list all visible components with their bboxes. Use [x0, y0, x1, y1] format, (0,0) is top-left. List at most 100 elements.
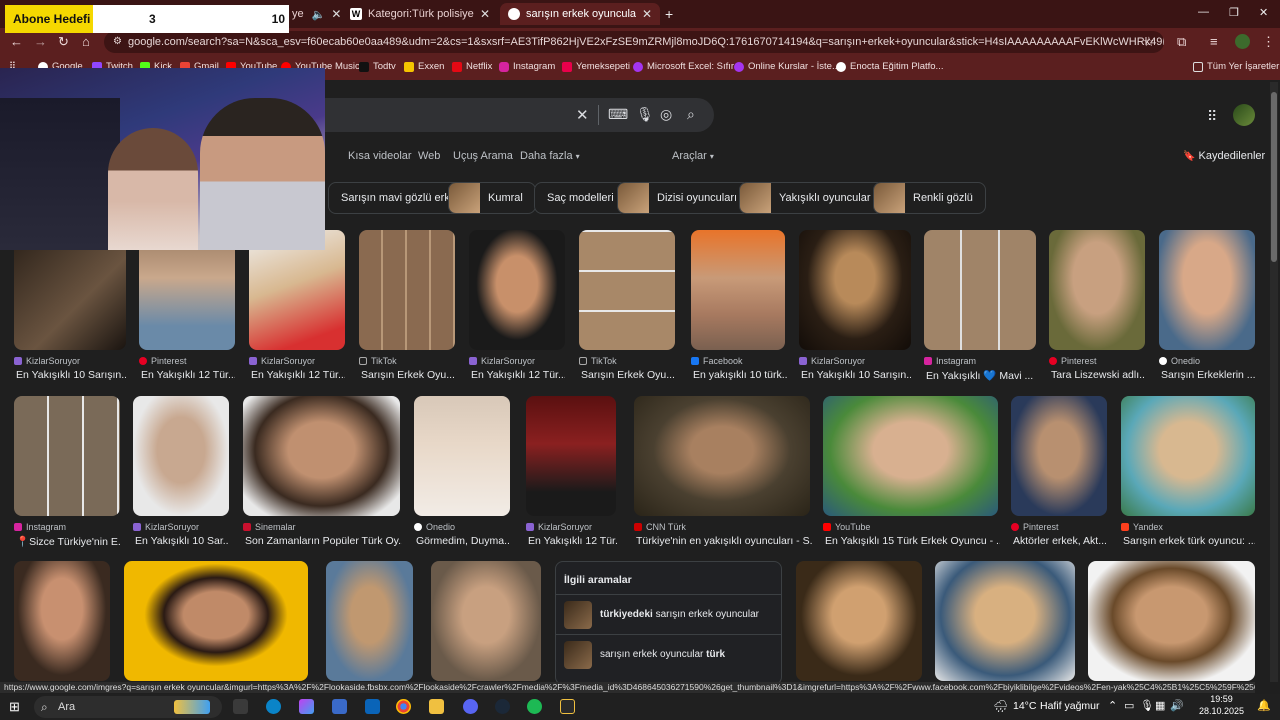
- result-title[interactable]: En Yakışıklı 10 Sarışın...: [16, 369, 126, 381]
- chip-handsome-actors[interactable]: Yakışıklı oyuncular: [739, 182, 884, 214]
- result-title[interactable]: En Yakışıklı 12 Tür...: [528, 535, 618, 547]
- edge-icon[interactable]: [266, 699, 281, 714]
- result-image[interactable]: [823, 396, 998, 516]
- bookmark-star-icon[interactable]: ☆: [1143, 34, 1155, 50]
- address-bar[interactable]: ⚙ google.com/search?sa=N&sca_esv=f60ecab…: [104, 31, 1164, 53]
- result-image[interactable]: [691, 230, 785, 350]
- result-image[interactable]: [634, 396, 810, 516]
- account-avatar[interactable]: [1233, 104, 1255, 126]
- bookmark-excel-course[interactable]: Microsoft Excel: Sıfır...: [633, 61, 742, 72]
- clock-date[interactable]: 28.10.2025: [1199, 706, 1244, 716]
- bookmark-enocta[interactable]: Enocta Eğitim Platfo...: [836, 61, 943, 72]
- result-title[interactable]: Sarışın Erkek Oyu...: [581, 369, 675, 381]
- tray-icon[interactable]: ▭: [1124, 699, 1134, 712]
- copilot-icon[interactable]: [299, 699, 314, 714]
- result-image[interactable]: [796, 561, 922, 681]
- result-title[interactable]: En Yakışıklı 10 Sarışın...: [801, 369, 911, 381]
- result-title[interactable]: En Yakışıklı 12 Tür...: [251, 369, 345, 381]
- bookmark-instagram[interactable]: Instagram: [499, 61, 555, 72]
- close-icon[interactable]: ✕: [474, 7, 490, 21]
- result-image[interactable]: [1159, 230, 1255, 350]
- result-image[interactable]: [924, 230, 1036, 350]
- tab-3-active[interactable]: sarışın erkek oyuncular - Googl ✕: [500, 3, 660, 25]
- home-icon[interactable]: ⌂: [82, 34, 90, 49]
- menu-icon[interactable]: ⋮: [1262, 34, 1275, 50]
- site-info-icon[interactable]: ⚙: [113, 31, 122, 53]
- result-title[interactable]: En Yakışıklı 10 Sar...: [135, 535, 229, 547]
- weather-desc[interactable]: Hafif yağmur: [1040, 700, 1100, 712]
- reload-icon[interactable]: ↻: [58, 34, 69, 50]
- result-image[interactable]: [1121, 396, 1255, 516]
- new-tab-icon[interactable]: +: [665, 6, 673, 22]
- result-image[interactable]: [243, 396, 400, 516]
- file-explorer-icon[interactable]: [429, 699, 444, 714]
- result-image[interactable]: [526, 396, 616, 516]
- steam-icon[interactable]: [495, 699, 510, 714]
- chip-kumral[interactable]: Kumral: [448, 182, 536, 214]
- tab-1[interactable]: ye 🔈 ✕: [284, 3, 340, 25]
- result-image[interactable]: [1049, 230, 1145, 350]
- microphone-tray-icon[interactable]: 🎙: [1140, 699, 1154, 712]
- mute-icon[interactable]: 🔈: [312, 8, 326, 21]
- related-search-item[interactable]: türkiyedeki sarışın erkek oyuncular: [556, 594, 781, 634]
- saved-button[interactable]: 🔖 Kaydedilenler: [1183, 150, 1265, 162]
- result-title[interactable]: 📍Sizce Türkiye'nin E...: [16, 535, 120, 548]
- app-icon[interactable]: [560, 699, 575, 714]
- profile-avatar[interactable]: [1235, 34, 1250, 49]
- bookmark-exxen[interactable]: Exxen: [404, 61, 444, 72]
- tab-more[interactable]: Daha fazla ▾: [520, 150, 580, 162]
- result-title[interactable]: Sarışın erkek türk oyuncu: ...: [1123, 535, 1255, 547]
- media-icon[interactable]: ≡: [1210, 34, 1218, 49]
- result-image[interactable]: [1088, 561, 1255, 681]
- back-icon[interactable]: ←: [10, 34, 23, 49]
- weather-icon[interactable]: 🌧: [993, 699, 1008, 713]
- task-view-icon[interactable]: [233, 699, 248, 714]
- restore-icon[interactable]: ❐: [1229, 6, 1239, 19]
- result-image[interactable]: [14, 561, 110, 681]
- discord-icon[interactable]: [463, 699, 478, 714]
- result-image[interactable]: [326, 561, 413, 681]
- network-icon[interactable]: ▦: [1155, 699, 1165, 712]
- result-title[interactable]: Son Zamanların Popüler Türk Oy...: [245, 535, 402, 547]
- result-title[interactable]: En Yakışıklı 15 Türk Erkek Oyuncu - ...: [825, 535, 1000, 547]
- minimize-icon[interactable]: —: [1198, 6, 1209, 18]
- tools-button[interactable]: Araçlar ▾: [672, 150, 714, 162]
- close-window-icon[interactable]: ✕: [1259, 6, 1268, 19]
- google-apps-icon[interactable]: ⠿: [1207, 108, 1217, 125]
- result-title[interactable]: Sarışın Erkeklerin ...: [1161, 369, 1255, 381]
- result-title[interactable]: Tara Liszewski adlı...: [1051, 369, 1145, 381]
- result-title[interactable]: Görmedim, Duyma...: [416, 535, 510, 547]
- result-image[interactable]: [431, 561, 541, 681]
- weather-temp[interactable]: 14°C: [1013, 700, 1036, 712]
- chip-colored-eyes[interactable]: Renkli gözlü: [873, 182, 986, 214]
- result-image[interactable]: [14, 396, 120, 516]
- tray-expand-icon[interactable]: ⌃: [1108, 699, 1117, 712]
- notification-icon[interactable]: 🔔: [1257, 699, 1271, 712]
- related-search-item[interactable]: sarışın erkek oyuncular türk: [556, 634, 781, 674]
- close-icon[interactable]: ✕: [325, 7, 340, 21]
- scrollbar[interactable]: [1270, 82, 1278, 682]
- spotify-icon[interactable]: [527, 699, 542, 714]
- tab-short-videos[interactable]: Kısa videolar: [348, 150, 412, 162]
- bookmark-todtv[interactable]: Todtv: [359, 61, 396, 72]
- bookmark-online-kurslar[interactable]: Online Kurslar - İste...: [734, 61, 840, 72]
- result-image[interactable]: [124, 561, 308, 681]
- chip-hairstyles[interactable]: Saç modelleri: [534, 182, 627, 214]
- chrome-icon[interactable]: [396, 699, 411, 714]
- bookmark-netflix[interactable]: Netflix: [452, 61, 492, 72]
- volume-icon[interactable]: 🔊: [1170, 699, 1184, 712]
- result-image[interactable]: [799, 230, 911, 350]
- result-title[interactable]: Aktörler erkek, Akt...: [1013, 535, 1107, 547]
- bookmark-yemeksepeti[interactable]: Yemeksepeti: [562, 61, 630, 72]
- result-image[interactable]: [133, 396, 229, 516]
- search-input[interactable]: ✕ ⌨ 🎙 ◎ ⌕: [300, 98, 714, 132]
- result-title[interactable]: En Yakışıklı 12 Tür...: [471, 369, 565, 381]
- search-icon[interactable]: ⌕: [687, 106, 695, 123]
- result-image[interactable]: [1011, 396, 1107, 516]
- keyboard-icon[interactable]: ⌨: [608, 106, 628, 123]
- result-title[interactable]: En Yakışıklı 💙 Mavi ...: [926, 369, 1036, 382]
- chip-series-actors[interactable]: Dizisi oyuncuları: [617, 182, 751, 214]
- scrollbar-thumb[interactable]: [1271, 92, 1277, 262]
- all-bookmarks[interactable]: Tüm Yer İşaretleri: [1193, 61, 1280, 72]
- clock-time[interactable]: 19:59: [1199, 694, 1244, 704]
